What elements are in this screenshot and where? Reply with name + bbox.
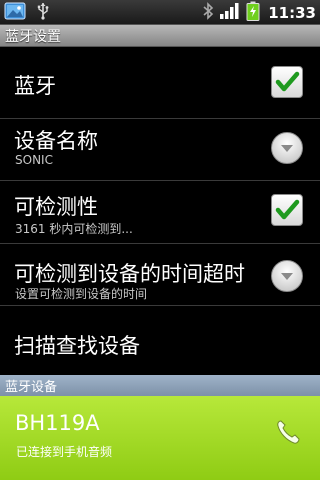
page-title: 蓝牙设置 [5,28,61,45]
phone-handset-icon [274,418,302,450]
discoverable-timeout-description: 设置可检测到设备的时间 [15,287,148,301]
usb-icon [36,2,50,24]
discoverable-checkbox[interactable] [271,194,303,226]
photo-notification-icon[interactable] [4,2,26,24]
bluetooth-label: 蓝牙 [14,74,56,98]
status-time: 11:33 [268,3,316,22]
discoverable-timeout-row[interactable]: 可检测到设备的时间超时 设置可检测到设备的时间 [0,244,320,306]
discoverable-timeout-label: 可检测到设备的时间超时 [14,262,245,286]
scan-devices-row[interactable]: 扫描查找设备 [0,306,320,375]
discoverable-row[interactable]: 可检测性 3161 秒内可检测到... [0,181,320,244]
status-bar: 11:33 [0,0,320,25]
discoverable-status: 3161 秒内可检测到... [15,222,133,236]
bluetooth-checkbox[interactable] [271,66,303,98]
devices-section-title: 蓝牙设备 [5,380,58,395]
signal-icon [219,2,241,24]
device-name-label: 设备名称 [14,129,98,153]
bluetooth-toggle-row[interactable]: 蓝牙 [0,47,320,119]
chevron-down-icon [281,145,293,152]
device-item-name: BH119A [15,411,100,435]
discoverable-timeout-dropdown[interactable] [271,260,303,292]
checkmark-icon [275,71,300,92]
bluetooth-icon [202,1,214,24]
scan-devices-label: 扫描查找设备 [14,334,140,358]
device-name-value: SONIC [15,153,53,167]
title-bar: 蓝牙设置 [0,25,320,47]
device-list-item[interactable]: BH119A 已连接到手机音频 [0,396,320,480]
device-name-row[interactable]: 设备名称 SONIC [0,119,320,181]
checkmark-icon [275,199,300,220]
battery-charging-icon [246,1,260,25]
chevron-down-icon [281,273,293,280]
device-item-status: 已连接到手机音频 [16,445,113,459]
devices-section-header: 蓝牙设备 [0,375,320,396]
discoverable-label: 可检测性 [14,195,98,219]
device-name-dropdown[interactable] [271,132,303,164]
